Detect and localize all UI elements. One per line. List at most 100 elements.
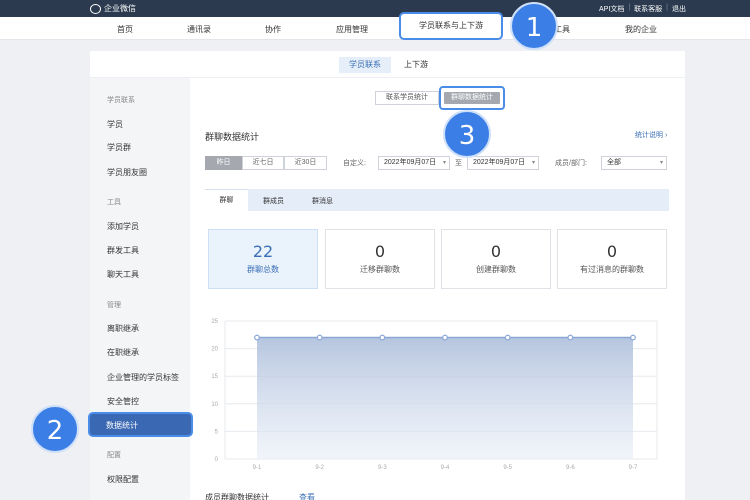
main-nav: 首页 通讯录 协作 应用管理 工具 我的企业	[0, 17, 750, 40]
subtab-upstream[interactable]: 上下游	[394, 57, 438, 73]
stat-value: 0	[490, 242, 502, 261]
brand[interactable]: 企业微信	[90, 3, 136, 14]
top-links: API文档 | 联系客服 | 退出	[599, 4, 686, 14]
chevron-down-icon: ▾	[531, 160, 535, 166]
sidebar-group-tools: 工具	[107, 199, 121, 206]
tab-members[interactable]: 群成员	[263, 196, 284, 206]
stat-active-groups[interactable]: 0 有过消息的群聊数	[557, 229, 667, 289]
sidebar-item-active-transfer[interactable]: 在职继承	[107, 347, 139, 358]
section-title: 群聊数据统计	[205, 132, 260, 142]
member-select[interactable]: 全部 ▾	[601, 156, 667, 170]
range-7days[interactable]: 近七日	[242, 156, 284, 170]
nav-app-management[interactable]: 应用管理	[336, 24, 368, 35]
sidebar-item-permissions[interactable]: 权限配置	[107, 474, 139, 485]
data-point	[504, 334, 511, 341]
nav-student-contact[interactable]: 学员联系与上下游	[399, 12, 503, 40]
x-tick-label: 9-7	[629, 465, 638, 471]
start-date-picker[interactable]: 2022年09月07日 ▾	[378, 156, 450, 170]
x-tick-label: 9-3	[378, 465, 387, 471]
data-point	[442, 334, 448, 341]
stat-label: 迁移群聊数	[360, 265, 400, 274]
nav-my-company[interactable]: 我的企业	[625, 24, 657, 35]
y-tick-label: 20	[211, 347, 218, 353]
stat-label: 有过消息的群聊数	[580, 265, 644, 274]
sidebar-group-contact: 学员联系	[107, 97, 135, 104]
sidebar-item-data-stats[interactable]: 数据统计	[88, 412, 193, 437]
data-point	[567, 334, 574, 341]
nav-student-contact-label: 学员联系与上下游	[419, 21, 483, 30]
y-tick-label: 5	[215, 429, 219, 435]
member-stats-title: 成员群聊数据统计	[205, 493, 269, 500]
series-area	[257, 337, 633, 459]
stat-value: 22	[252, 242, 274, 261]
chevron-down-icon: ▾	[659, 160, 663, 166]
start-date-value: 2022年09月07日	[384, 159, 437, 166]
y-tick-label: 25	[211, 319, 218, 325]
sidebar-item-student-tags[interactable]: 企业管理的学员标签	[107, 372, 179, 383]
sidebar-item-broadcast[interactable]: 群发工具	[107, 245, 139, 256]
stat-label: 群聊总数	[247, 265, 279, 274]
top-bar: 企业微信 API文档 | 联系客服 | 退出	[0, 0, 750, 17]
data-point	[630, 334, 636, 341]
sidebar-item-moments[interactable]: 学员朋友圈	[107, 167, 147, 178]
sidebar-item-security[interactable]: 安全管控	[107, 396, 139, 407]
x-tick-label: 9-6	[566, 465, 575, 471]
stat-label: 创建群聊数	[476, 265, 516, 274]
segment-group-stats[interactable]: 群聊数据统计	[439, 86, 505, 110]
stat-total-groups[interactable]: 22 群聊总数	[208, 229, 318, 289]
group-count-chart: 0 5 10 15 20 25 9-1 9-2 9-3 9-4 9-5 9-6 9-7	[211, 319, 658, 471]
stat-value: 0	[374, 242, 386, 261]
nav-home[interactable]: 首页	[117, 24, 133, 35]
x-tick-label: 9-1	[253, 465, 262, 471]
callout-2: 2	[31, 405, 79, 453]
brand-name: 企业微信	[104, 4, 136, 13]
subtab-student-contact[interactable]: 学员联系	[339, 57, 391, 73]
sidebar-item-add-student[interactable]: 添加学员	[107, 221, 139, 232]
data-point	[316, 334, 323, 341]
x-tick-label: 9-4	[441, 465, 450, 471]
link-divider: |	[628, 4, 631, 11]
callout-3: 3	[443, 110, 491, 158]
y-tick-label: 15	[211, 374, 218, 380]
sub-tabs: 学员联系 上下游	[90, 51, 685, 78]
y-tick-label: 10	[211, 402, 218, 408]
custom-range-label: 自定义:	[343, 160, 366, 167]
member-select-value: 全部	[607, 159, 621, 166]
stat-created-groups[interactable]: 0 创建群聊数	[441, 229, 551, 289]
end-date-value: 2022年09月07日	[473, 159, 526, 166]
callout-1: 1	[510, 2, 558, 50]
sidebar-item-chat-tools[interactable]: 聊天工具	[107, 269, 139, 280]
x-tick-label: 9-2	[315, 465, 324, 471]
x-tick-label: 9-5	[503, 465, 512, 471]
data-point	[379, 334, 386, 341]
end-date-picker[interactable]: 2022年09月07日 ▾	[467, 156, 539, 170]
member-stats-view-link[interactable]: 查看	[299, 492, 315, 500]
stat-value: 0	[606, 242, 618, 261]
data-point	[254, 334, 260, 341]
range-30days[interactable]: 近30日	[284, 156, 327, 170]
segment-group-stats-label: 群聊数据统计	[444, 92, 500, 104]
segment-contact-stats[interactable]: 联系学员统计	[375, 91, 439, 105]
link-divider: |	[666, 4, 668, 11]
tab-messages[interactable]: 群消息	[312, 196, 333, 206]
stats-tabs: 群聊 群成员 群消息	[205, 189, 669, 211]
contact-support-link[interactable]: 联系客服	[634, 4, 662, 14]
tab-groups[interactable]: 群聊	[205, 189, 248, 211]
sidebar-group-config: 配置	[107, 452, 121, 459]
sidebar-item-data-stats-label: 数据统计	[106, 421, 138, 430]
date-to-label: 至	[455, 160, 462, 167]
member-label: 成员/部门:	[555, 160, 587, 167]
nav-collab[interactable]: 协作	[265, 24, 281, 35]
range-yesterday[interactable]: 昨日	[205, 156, 242, 170]
sidebar-group-manage: 管理	[107, 302, 121, 309]
sidebar-item-students[interactable]: 学员	[107, 119, 123, 130]
sidebar-item-student-groups[interactable]: 学员群	[107, 142, 131, 153]
y-tick-label: 0	[215, 457, 219, 463]
stats-help-link[interactable]: 统计说明 ›	[635, 130, 667, 140]
sidebar-item-resigned-transfer[interactable]: 离职继承	[107, 323, 139, 334]
api-docs-link[interactable]: API文档	[599, 4, 624, 14]
logout-link[interactable]: 退出	[672, 4, 686, 14]
wecom-logo-icon	[90, 3, 101, 14]
nav-contacts[interactable]: 通讯录	[187, 24, 211, 35]
stat-migrated-groups[interactable]: 0 迁移群聊数	[325, 229, 435, 289]
